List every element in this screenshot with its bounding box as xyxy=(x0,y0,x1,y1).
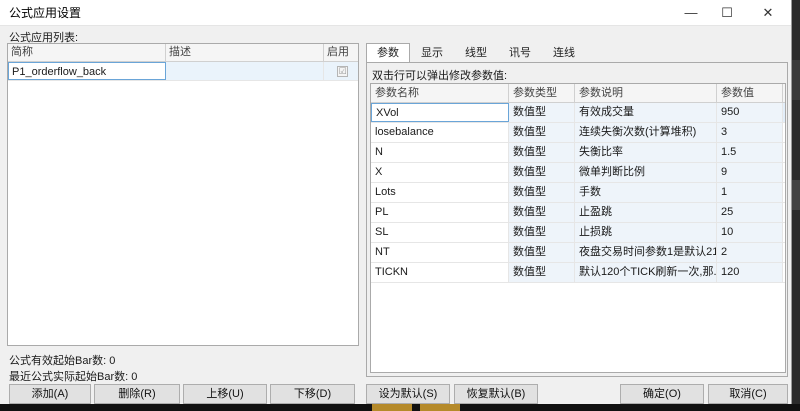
param-value-cell[interactable]: 9 xyxy=(717,163,783,182)
column-header-param-type[interactable]: 参数类型 xyxy=(509,84,575,102)
table-row[interactable]: NT 数值型 夜盘交易时间参数1是默认21... 2 xyxy=(371,243,785,263)
title-bar: 公式应用设置 — ☐ ✕ xyxy=(0,0,791,26)
delete-button[interactable]: 删除(R) xyxy=(94,384,180,404)
param-type-cell: 数值型 xyxy=(509,263,575,282)
column-header-param-value[interactable]: 参数值 xyxy=(717,84,783,102)
valid-start-bar-label: 公式有效起始Bar数: xyxy=(9,355,110,367)
cancel-button[interactable]: 取消(C) xyxy=(708,384,788,404)
params-table: 参数名称 参数类型 参数说明 参数值 XVol 数值型 有效成交量 950 lo… xyxy=(370,83,786,373)
formula-settings-dialog: 公式应用设置 — ☐ ✕ 公式应用列表: 简称 描述 启用 P1_orderfl… xyxy=(0,0,792,411)
formula-row[interactable]: P1_orderflow_back ☑ xyxy=(8,62,358,81)
param-desc-cell: 手数 xyxy=(575,183,717,202)
param-type-cell: 数值型 xyxy=(509,243,575,262)
params-header-row: 参数名称 参数类型 参数说明 参数值 xyxy=(371,84,785,103)
table-row[interactable]: N 数值型 失衡比率 1.5 xyxy=(371,143,785,163)
restore-default-button[interactable]: 恢复默认(B) xyxy=(454,384,538,404)
background-window-edge xyxy=(792,0,800,411)
close-icon[interactable]: ✕ xyxy=(745,0,791,26)
set-default-button[interactable]: 设为默认(S) xyxy=(366,384,450,404)
table-row[interactable]: XVol 数值型 有效成交量 950 xyxy=(371,103,785,123)
valid-start-bar-value: 0 xyxy=(109,355,116,367)
minimize-icon[interactable]: — xyxy=(673,0,709,26)
taskbar-item xyxy=(420,404,460,411)
param-desc-cell: 微单判断比例 xyxy=(575,163,717,182)
param-value-cell[interactable]: 10 xyxy=(717,223,783,242)
table-row[interactable]: X 数值型 微单判断比例 9 xyxy=(371,163,785,183)
table-row[interactable]: TICKN 数值型 默认120个TICK刷新一次,那... 120 xyxy=(371,263,785,283)
param-desc-cell: 止损跳 xyxy=(575,223,717,242)
param-value-cell[interactable]: 120 xyxy=(717,263,783,282)
param-value-cell[interactable]: 950 xyxy=(717,103,783,122)
param-type-cell: 数值型 xyxy=(509,183,575,202)
formula-enabled-cell[interactable]: ☑ xyxy=(324,62,358,80)
param-type-cell: 数值型 xyxy=(509,103,575,122)
valid-start-bar-info: 公式有效起始Bar数: 0 xyxy=(9,352,115,368)
move-up-button[interactable]: 上移(U) xyxy=(183,384,267,404)
param-desc-cell: 失衡比率 xyxy=(575,143,717,162)
param-value-cell[interactable]: 3 xyxy=(717,123,783,142)
window-title: 公式应用设置 xyxy=(9,6,82,20)
params-panel: 双击行可以弹出修改参数值: 参数名称 参数类型 参数说明 参数值 XVol 数值… xyxy=(366,62,788,377)
params-hint: 双击行可以弹出修改参数值: xyxy=(372,70,508,82)
param-value-cell[interactable]: 25 xyxy=(717,203,783,222)
param-name-cell[interactable]: PL xyxy=(371,203,509,222)
tab-params[interactable]: 参数 xyxy=(366,43,410,63)
tab-line-style[interactable]: 线型 xyxy=(454,43,498,63)
param-desc-cell: 有效成交量 xyxy=(575,103,717,122)
param-name-cell[interactable]: Lots xyxy=(371,183,509,202)
param-type-cell: 数值型 xyxy=(509,223,575,242)
column-header-name[interactable]: 简称 xyxy=(8,44,166,61)
param-name-cell[interactable]: TICKN xyxy=(371,263,509,282)
param-value-cell[interactable]: 1.5 xyxy=(717,143,783,162)
actual-start-bar-value: 0 xyxy=(131,371,138,383)
param-type-cell: 数值型 xyxy=(509,143,575,162)
param-desc-cell: 夜盘交易时间参数1是默认21... xyxy=(575,243,717,262)
table-row[interactable]: SL 数值型 止损跳 10 xyxy=(371,223,785,243)
param-type-cell: 数值型 xyxy=(509,123,575,142)
taskbar-strip xyxy=(0,404,800,411)
table-row[interactable]: Lots 数值型 手数 1 xyxy=(371,183,785,203)
param-desc-cell: 止盈跳 xyxy=(575,203,717,222)
column-header-param-desc[interactable]: 参数说明 xyxy=(575,84,717,102)
table-row[interactable]: losebalance 数值型 连续失衡次数(计算堆积) 3 xyxy=(371,123,785,143)
param-name-cell[interactable]: NT xyxy=(371,243,509,262)
column-header-param-name[interactable]: 参数名称 xyxy=(371,84,509,102)
param-type-cell: 数值型 xyxy=(509,163,575,182)
param-name-cell[interactable]: losebalance xyxy=(371,123,509,142)
formula-name-cell[interactable]: P1_orderflow_back xyxy=(8,62,166,80)
param-type-cell: 数值型 xyxy=(509,203,575,222)
ok-button[interactable]: 确定(O) xyxy=(620,384,704,404)
settings-tabs: 参数 显示 线型 讯号 连线 xyxy=(366,43,586,63)
param-value-cell[interactable]: 1 xyxy=(717,183,783,202)
background-element xyxy=(792,60,800,100)
formula-list-table: 简称 描述 启用 P1_orderflow_back ☑ xyxy=(7,43,359,346)
param-desc-cell: 连续失衡次数(计算堆积) xyxy=(575,123,717,142)
add-button[interactable]: 添加(A) xyxy=(9,384,91,404)
param-value-cell[interactable]: 2 xyxy=(717,243,783,262)
enabled-checkbox[interactable]: ☑ xyxy=(337,65,348,77)
maximize-icon[interactable]: ☐ xyxy=(709,0,745,26)
actual-start-bar-label: 最近公式实际起始Bar数: xyxy=(9,371,132,383)
background-element xyxy=(792,180,800,210)
actual-start-bar-info: 最近公式实际起始Bar数: 0 xyxy=(9,368,137,384)
move-down-button[interactable]: 下移(D) xyxy=(270,384,355,404)
param-name-cell[interactable]: X xyxy=(371,163,509,182)
param-name-cell[interactable]: XVol xyxy=(371,103,509,122)
tab-connect[interactable]: 连线 xyxy=(542,43,586,63)
formula-description-cell[interactable] xyxy=(166,62,324,80)
column-header-enabled[interactable]: 启用 xyxy=(324,44,358,61)
param-name-cell[interactable]: N xyxy=(371,143,509,162)
table-row[interactable]: PL 数值型 止盈跳 25 xyxy=(371,203,785,223)
formula-list-header: 简称 描述 启用 xyxy=(8,44,358,62)
param-name-cell[interactable]: SL xyxy=(371,223,509,242)
tab-display[interactable]: 显示 xyxy=(410,43,454,63)
taskbar-item xyxy=(372,404,412,411)
tab-signal[interactable]: 讯号 xyxy=(498,43,542,63)
param-desc-cell: 默认120个TICK刷新一次,那... xyxy=(575,263,717,282)
column-header-description[interactable]: 描述 xyxy=(166,44,324,61)
